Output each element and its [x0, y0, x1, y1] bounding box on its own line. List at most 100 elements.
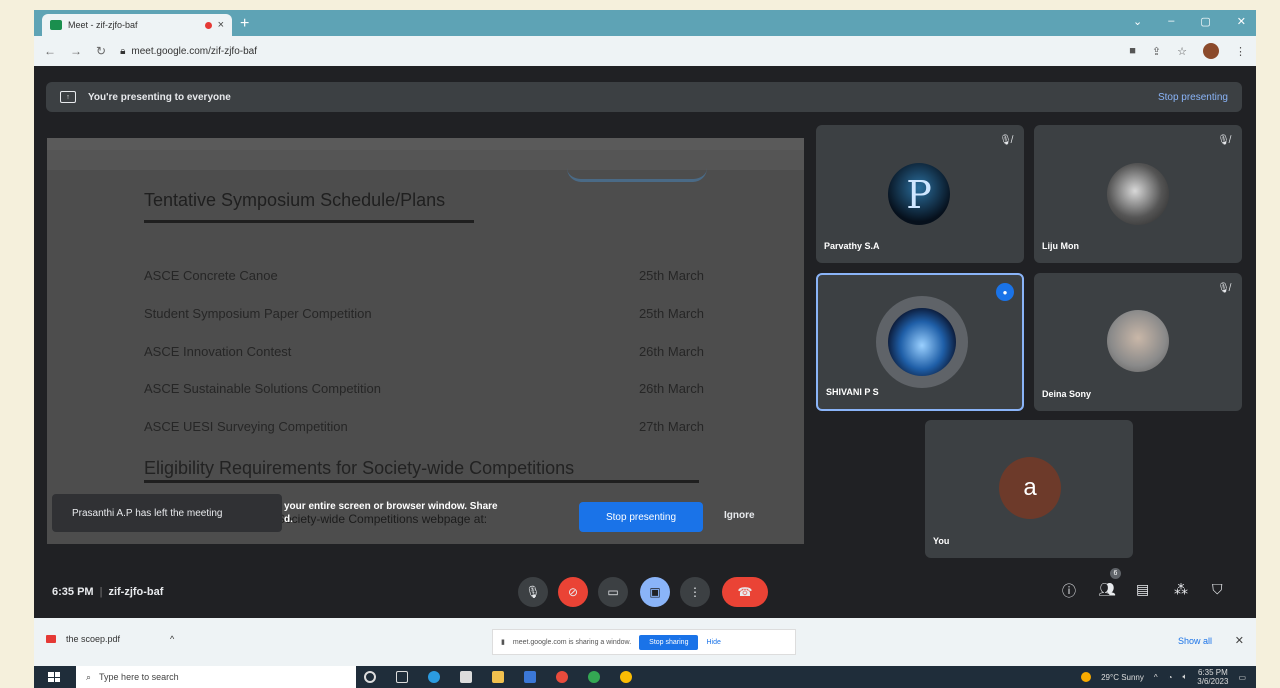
event-date: 25th March: [638, 306, 704, 321]
weather-text[interactable]: 29°C Sunny: [1101, 673, 1144, 682]
captions-button[interactable]: ▭: [598, 577, 628, 607]
event-name: Student Symposium Paper Competition: [144, 306, 372, 321]
pdf-file-icon: [46, 635, 56, 643]
menu-dots-icon[interactable]: ⋮: [1235, 45, 1246, 58]
meet-favicon-icon: [50, 20, 62, 30]
activities-icon[interactable]: ⁂: [1174, 581, 1188, 598]
participant-tile[interactable]: 🎙︎̸ Liju Mon: [1034, 125, 1242, 263]
mail-icon[interactable]: [524, 671, 536, 683]
schedule-row: Student Symposium Paper Competition 25th…: [144, 306, 704, 321]
chrome-profile-icon[interactable]: [620, 671, 632, 683]
reload-icon[interactable]: ↻: [96, 44, 106, 58]
edge-icon[interactable]: [428, 671, 440, 683]
app-icon[interactable]: [556, 671, 568, 683]
browser-toolbar: ← → ↻ 🔒︎ meet.google.com/zif-zjfo-baf ■ …: [34, 36, 1256, 66]
recording-dot-icon: [204, 21, 212, 29]
task-view-icon[interactable]: [396, 671, 408, 683]
chat-icon[interactable]: ▤: [1136, 581, 1149, 598]
meeting-info-icon[interactable]: ⓘ: [1062, 581, 1076, 601]
event-name: ASCE Sustainable Solutions Competition: [144, 381, 382, 396]
address-bar[interactable]: 🔒︎ meet.google.com/zif-zjfo-baf: [120, 46, 257, 57]
lock-icon: 🔒︎: [120, 45, 126, 57]
close-download-bar-icon[interactable]: ✕: [1235, 634, 1244, 647]
participant-tile-active-speaker[interactable]: ● SHIVANI P S: [816, 273, 1024, 411]
back-icon[interactable]: ←: [44, 44, 56, 58]
search-placeholder: Type here to search: [99, 672, 179, 682]
muted-mic-icon: 🎙︎̸: [1217, 135, 1230, 146]
taskbar-search[interactable]: ⌕ Type here to search: [76, 666, 356, 688]
tab-title: Meet - zif-zjfo-baf: [68, 20, 138, 30]
participant-avatar: [1107, 163, 1169, 225]
slide-decoration: [567, 168, 707, 182]
shared-browser-urlbar: [47, 150, 804, 170]
present-screen-icon: ▣: [649, 585, 661, 599]
tray-chevron-icon[interactable]: ^: [1154, 673, 1158, 682]
show-all-link[interactable]: Show all: [1178, 636, 1212, 646]
speaking-indicator-icon: ●: [996, 283, 1014, 301]
search-icon: ⌕: [86, 671, 92, 682]
tab-search-icon[interactable]: ⌄: [1133, 15, 1142, 28]
cortana-icon[interactable]: [364, 671, 376, 683]
sharing-indicator-icon: ▮: [501, 639, 505, 646]
window-controls: ⌄ – ▢ ✕: [1133, 15, 1246, 28]
weather-sun-icon: [1081, 672, 1092, 682]
host-controls-icon[interactable]: ⛉: [1212, 581, 1223, 598]
people-count-badge: 6: [1110, 568, 1121, 579]
title-underline: [144, 220, 474, 223]
notifications-icon[interactable]: ▭: [1238, 673, 1246, 682]
chrome-icon[interactable]: [588, 671, 600, 683]
end-call-icon: ☎︎: [737, 585, 753, 599]
presenting-banner: ↑ You're presenting to everyone Stop pre…: [46, 82, 1242, 112]
muted-mic-icon: 🎙︎̸: [1217, 283, 1230, 294]
clock[interactable]: 6:35 PM 3/6/2023: [1197, 668, 1228, 686]
participant-tile[interactable]: 🎙︎̸ P Parvathy S.A: [816, 125, 1024, 263]
participant-name: Liju Mon: [1042, 241, 1079, 251]
maximize-button[interactable]: ▢: [1200, 15, 1210, 28]
meeting-controls: 6:35 PM | zif-zjfo-baf 🎙︎ ⊘ ▭ ▣ ⋮ ☎︎ ⓘ 👥︎ …: [34, 566, 1256, 618]
end-call-button[interactable]: ☎︎: [722, 577, 768, 607]
participant-avatar: P: [888, 163, 950, 225]
file-explorer-icon[interactable]: [492, 671, 504, 683]
close-window-button[interactable]: ✕: [1237, 15, 1246, 28]
present-button[interactable]: ▣: [640, 577, 670, 607]
profile-avatar[interactable]: [1203, 43, 1219, 59]
chevron-up-icon[interactable]: ^: [170, 634, 174, 644]
store-icon[interactable]: [460, 671, 472, 683]
tab-close-icon[interactable]: ×: [218, 19, 224, 31]
camera-off-button[interactable]: ⊘: [558, 577, 588, 607]
windows-start-icon[interactable]: [48, 672, 60, 682]
toolbar-actions: ■ ⇪ ☆ ⋮: [1129, 43, 1246, 59]
participant-tile[interactable]: 🎙︎̸ Deina Sony: [1034, 273, 1242, 411]
self-tile[interactable]: a You: [925, 420, 1133, 558]
meeting-info: 6:35 PM | zif-zjfo-baf: [52, 586, 163, 598]
camera-indicator-icon[interactable]: ■: [1129, 45, 1136, 57]
people-icon[interactable]: 👥︎: [1098, 581, 1116, 598]
browser-tab-strip: Meet - zif-zjfo-baf × + ⌄ – ▢ ✕: [34, 10, 1256, 36]
minimize-button[interactable]: –: [1168, 15, 1174, 28]
bookmark-star-icon[interactable]: ☆: [1177, 45, 1187, 58]
download-item[interactable]: the scoep.pdf ^: [46, 634, 174, 644]
nav-buttons: ← → ↻: [44, 44, 106, 58]
event-name: ASCE Concrete Canoe: [144, 268, 278, 283]
banner-stop-presenting-link[interactable]: Stop presenting: [1158, 92, 1228, 103]
hide-button[interactable]: Hide: [706, 639, 720, 646]
sharing-notice: ▮ meet.google.com is sharing a window. S…: [492, 629, 796, 655]
camera-off-icon: ⊘: [567, 585, 579, 599]
browser-tab[interactable]: Meet - zif-zjfo-baf ×: [42, 14, 232, 36]
microphone-button[interactable]: 🎙︎: [518, 577, 548, 607]
slide-title: Tentative Symposium Schedule/Plans: [144, 190, 446, 210]
mic-icon: 🎙︎: [525, 585, 541, 599]
ignore-button[interactable]: Ignore: [724, 510, 755, 521]
stop-sharing-button[interactable]: Stop sharing: [639, 634, 699, 650]
letter-p-icon: P: [906, 173, 932, 217]
stop-presenting-button[interactable]: Stop presenting: [579, 502, 703, 532]
share-icon[interactable]: ⇪: [1152, 45, 1161, 58]
network-icon[interactable]: ◔: [1168, 673, 1173, 682]
schedule-row: ASCE Sustainable Solutions Competition 2…: [144, 381, 704, 396]
more-options-button[interactable]: ⋮: [680, 577, 710, 607]
new-tab-button[interactable]: +: [240, 15, 249, 33]
clock-time: 6:35 PM: [1197, 668, 1228, 677]
forward-icon[interactable]: →: [70, 44, 82, 58]
volume-icon[interactable]: 🔈︎: [1182, 672, 1187, 682]
share-hint-line: your entire screen or browser window. Sh…: [284, 501, 498, 512]
